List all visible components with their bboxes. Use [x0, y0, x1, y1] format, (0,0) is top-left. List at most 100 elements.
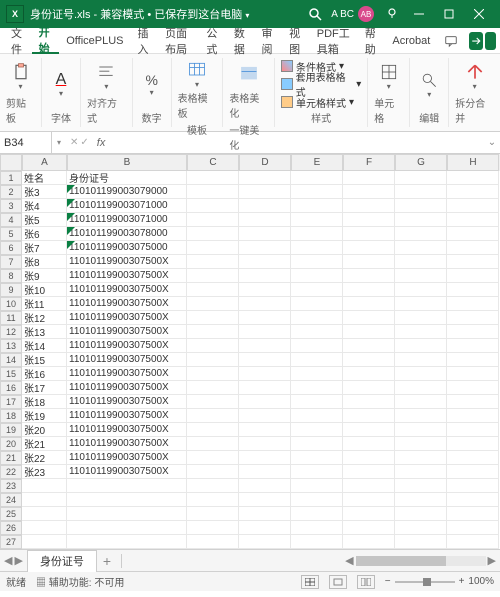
view-pagebreak-icon[interactable] [357, 575, 375, 589]
tab-review[interactable]: 审阅 [255, 28, 283, 54]
cell[interactable] [447, 283, 499, 297]
cell[interactable] [239, 269, 291, 283]
cell[interactable] [239, 213, 291, 227]
cell[interactable]: 11010119900307500X [67, 297, 187, 311]
cell[interactable] [239, 339, 291, 353]
cell[interactable] [447, 423, 499, 437]
cell[interactable] [239, 171, 291, 185]
table-row[interactable]: 22张2311010119900307500X [0, 465, 500, 479]
cell[interactable] [291, 255, 343, 269]
zoom-slider[interactable] [395, 581, 455, 583]
col-header-D[interactable]: D [239, 154, 291, 171]
cell[interactable] [343, 241, 395, 255]
table-row[interactable]: 12张1311010119900307500X [0, 325, 500, 339]
row-header[interactable]: 13 [0, 339, 22, 353]
cell[interactable] [343, 395, 395, 409]
cell[interactable] [447, 507, 499, 521]
cell[interactable]: 张5 [22, 213, 67, 227]
cell[interactable] [22, 479, 67, 493]
cell[interactable]: 张3 [22, 185, 67, 199]
cell[interactable] [395, 535, 447, 549]
table-row[interactable]: 18张1911010119900307500X [0, 409, 500, 423]
cell[interactable] [395, 507, 447, 521]
cell[interactable] [343, 283, 395, 297]
cell[interactable] [343, 381, 395, 395]
cell[interactable] [187, 325, 239, 339]
cell[interactable] [395, 269, 447, 283]
cell[interactable] [395, 241, 447, 255]
cell[interactable] [291, 395, 343, 409]
cell[interactable] [447, 185, 499, 199]
cell[interactable] [22, 535, 67, 549]
beautify-icon[interactable] [236, 58, 262, 90]
cell[interactable] [343, 297, 395, 311]
cell[interactable] [291, 269, 343, 283]
cell[interactable]: 11010119900307500X [67, 269, 187, 283]
cell[interactable] [291, 465, 343, 479]
minimize-button[interactable] [404, 0, 434, 28]
cell[interactable] [395, 465, 447, 479]
cell[interactable] [291, 381, 343, 395]
cell[interactable] [343, 367, 395, 381]
cell[interactable] [239, 493, 291, 507]
cell-style-button[interactable]: 单元格样式 ▾ [281, 94, 361, 110]
cell[interactable] [187, 297, 239, 311]
row-header[interactable]: 25 [0, 507, 22, 521]
table-row[interactable]: 6张7110101199003075000 [0, 241, 500, 255]
tab-officeplus[interactable]: OfficePLUS [59, 28, 130, 54]
accept-formula-icon[interactable]: ✓ [80, 137, 88, 148]
cell[interactable] [187, 521, 239, 535]
row-header[interactable]: 4 [0, 213, 22, 227]
cell[interactable] [395, 423, 447, 437]
cell[interactable] [291, 185, 343, 199]
cell[interactable] [291, 507, 343, 521]
cell[interactable]: 张8 [22, 255, 67, 269]
tab-acrobat[interactable]: Acrobat [385, 28, 437, 54]
tab-layout[interactable]: 页面布局 [158, 28, 199, 54]
scroll-right-icon[interactable]: ▶ [488, 554, 496, 567]
add-sheet-button[interactable]: + [97, 553, 117, 569]
cell[interactable] [291, 367, 343, 381]
table-format-button[interactable]: 套用表格格式 ▾ [281, 76, 361, 92]
cell[interactable]: 张17 [22, 381, 67, 395]
cell[interactable]: 姓名 [22, 171, 67, 185]
cell[interactable]: 张6 [22, 227, 67, 241]
cell[interactable]: 110101199003079000 [67, 185, 187, 199]
cell[interactable] [239, 325, 291, 339]
user-avatar[interactable]: AB [358, 6, 374, 22]
name-box[interactable]: B34 [0, 132, 52, 154]
cell[interactable] [395, 213, 447, 227]
cell[interactable] [447, 241, 499, 255]
cell[interactable]: 110101199003071000 [67, 199, 187, 213]
cell[interactable] [22, 507, 67, 521]
cell[interactable] [291, 437, 343, 451]
cell[interactable]: 110101199003078000 [67, 227, 187, 241]
cells-icon[interactable]: ▾ [376, 61, 402, 93]
cell[interactable] [187, 241, 239, 255]
table-row[interactable]: 23 [0, 479, 500, 493]
cell[interactable] [343, 339, 395, 353]
cell[interactable] [343, 423, 395, 437]
row-header[interactable]: 24 [0, 493, 22, 507]
cell[interactable] [447, 395, 499, 409]
cell[interactable] [447, 353, 499, 367]
cell[interactable] [67, 493, 187, 507]
col-header-F[interactable]: F [343, 154, 395, 171]
table-row[interactable]: 4张5110101199003071000 [0, 213, 500, 227]
cell[interactable]: 张4 [22, 199, 67, 213]
table-row[interactable]: 1姓名身份证号 [0, 171, 500, 185]
cell[interactable] [67, 521, 187, 535]
cell[interactable] [447, 339, 499, 353]
cell[interactable] [447, 311, 499, 325]
cell[interactable] [343, 269, 395, 283]
cell[interactable] [395, 395, 447, 409]
cell[interactable] [187, 409, 239, 423]
cell[interactable]: 11010119900307500X [67, 311, 187, 325]
col-header-G[interactable]: G [395, 154, 447, 171]
cell[interactable] [239, 535, 291, 549]
col-header-E[interactable]: E [291, 154, 343, 171]
table-row[interactable]: 20张2111010119900307500X [0, 437, 500, 451]
cell[interactable] [447, 437, 499, 451]
cell[interactable] [187, 353, 239, 367]
cell[interactable]: 11010119900307500X [67, 353, 187, 367]
